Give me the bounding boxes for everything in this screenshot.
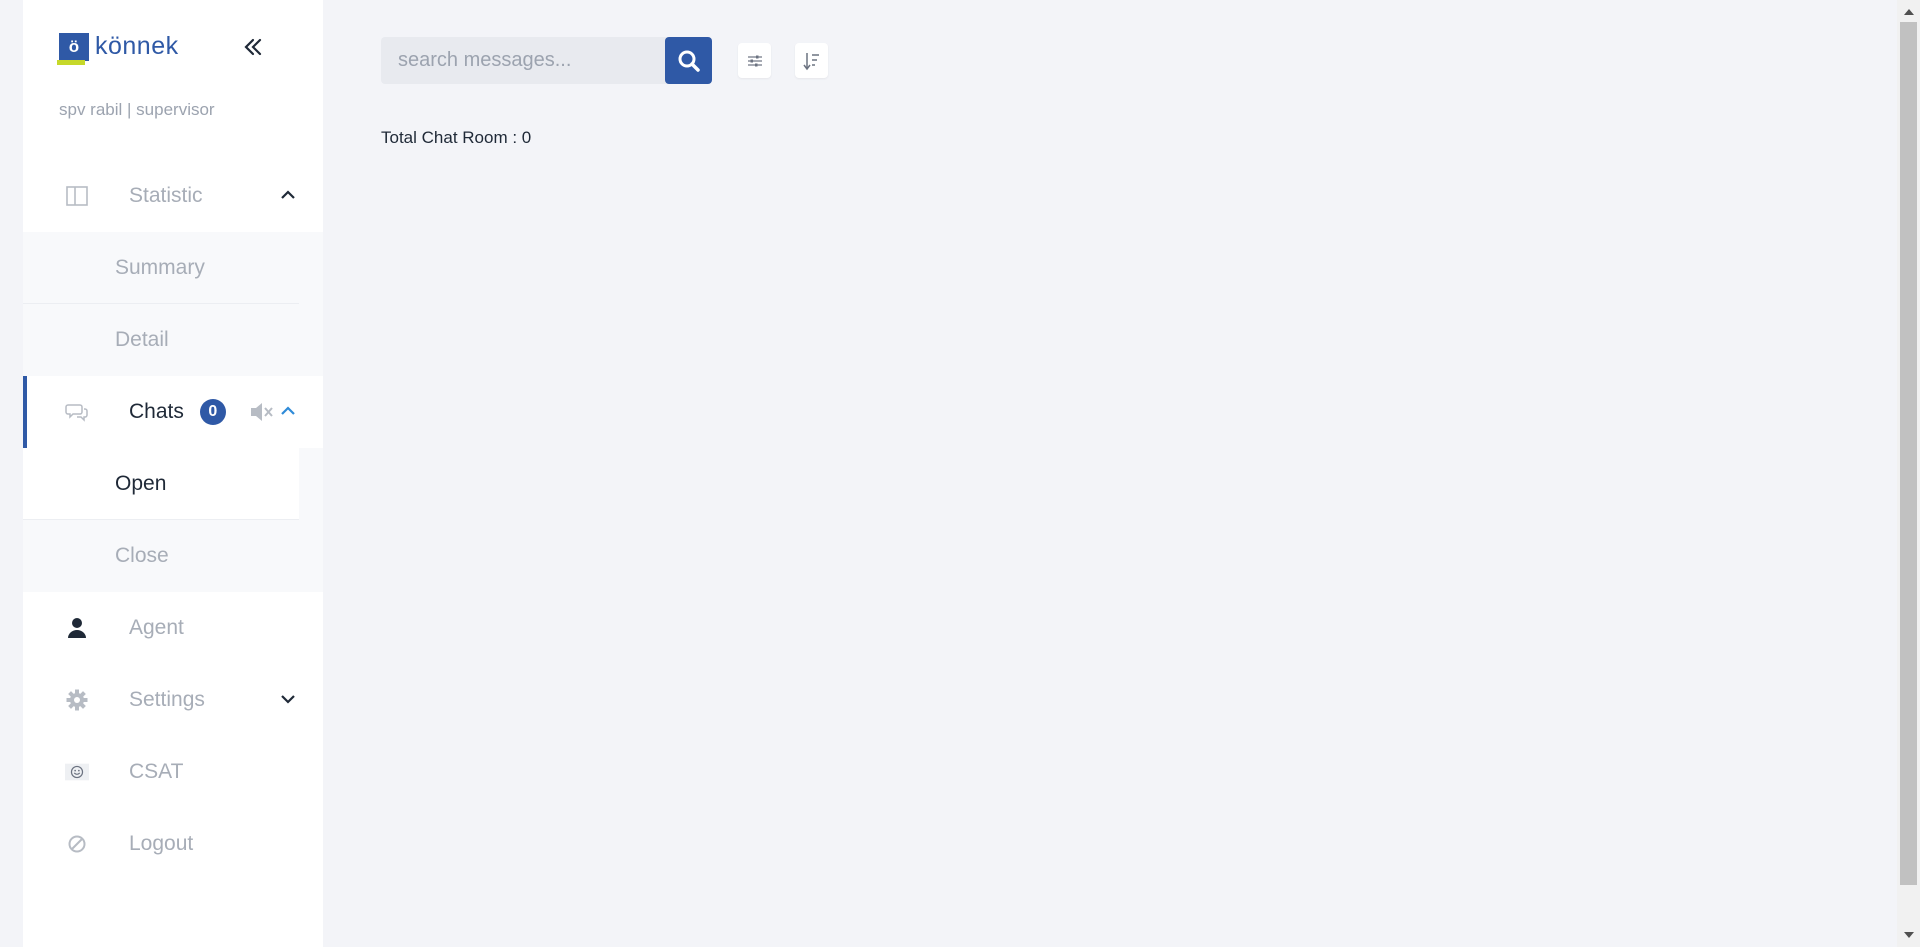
scrollbar-thumb[interactable] xyxy=(1900,22,1917,885)
sidebar-item-label: Logout xyxy=(129,832,194,855)
sort-button[interactable] xyxy=(795,43,828,78)
sidebar-item-chats[interactable]: Chats 0 xyxy=(23,376,323,448)
gear-icon xyxy=(65,688,89,712)
sidebar-subitem-open[interactable]: Open xyxy=(23,448,299,520)
user-info: spv rabil | supervisor xyxy=(59,100,215,119)
filter-button[interactable] xyxy=(738,43,771,78)
ban-icon xyxy=(65,832,89,856)
sidebar-item-statistic[interactable]: Statistic xyxy=(23,160,323,232)
sidebar-item-label: Settings xyxy=(129,688,205,711)
sidebar-item-label: Chats xyxy=(129,400,184,423)
sidebar-item-label: Statistic xyxy=(129,184,203,207)
sidebar-item-label: CSAT xyxy=(129,760,184,783)
sidebar-subitem-summary[interactable]: Summary xyxy=(23,232,299,304)
columns-icon xyxy=(65,184,89,208)
smiley-icon xyxy=(65,760,89,784)
sidebar-subitem-detail[interactable]: Detail xyxy=(23,304,323,376)
chats-submenu: Open Close xyxy=(23,448,323,592)
chevron-down-icon[interactable] xyxy=(277,688,299,710)
sliders-icon xyxy=(747,55,762,66)
sidebar-menu: Statistic Summary Detail Chats 0 Open Cl… xyxy=(23,160,323,880)
brand-name: könnek xyxy=(95,32,179,60)
search-icon xyxy=(678,50,700,72)
double-chevron-left-icon xyxy=(244,38,262,56)
chat-count-badge: 0 xyxy=(199,399,226,425)
mute-speaker-icon[interactable] xyxy=(249,400,275,424)
sidebar-item-csat[interactable]: CSAT xyxy=(23,736,323,808)
logo-letter: ö xyxy=(68,36,80,56)
search-input[interactable] xyxy=(381,37,667,84)
sidebar-item-settings[interactable]: Settings xyxy=(23,664,323,736)
app-root: ö könnek spv rabil | supervisor Statisti… xyxy=(0,0,1920,947)
chevron-up-icon[interactable] xyxy=(277,184,299,206)
sidebar-item-logout[interactable]: Logout xyxy=(23,808,323,880)
total-chat-room-count: Total Chat Room : 0 xyxy=(381,128,532,147)
main-content: Total Chat Room : 0 xyxy=(323,0,1897,947)
chat-bubbles-icon xyxy=(65,400,89,424)
sidebar-subitem-close[interactable]: Close xyxy=(23,520,323,592)
sidebar-gutter xyxy=(0,0,23,947)
search-button[interactable] xyxy=(665,37,712,84)
collapse-sidebar-button[interactable] xyxy=(238,30,268,64)
search-bar xyxy=(381,37,712,84)
logo-mark: ö xyxy=(57,32,89,65)
sidebar-item-agent[interactable]: Agent xyxy=(23,592,323,664)
sort-descending-icon xyxy=(802,52,819,70)
chevron-up-icon[interactable] xyxy=(277,400,299,422)
person-icon xyxy=(65,616,89,640)
statistic-submenu: Summary Detail xyxy=(23,232,323,376)
scroll-up-arrow-icon[interactable] xyxy=(1897,2,1920,22)
vertical-scrollbar[interactable] xyxy=(1897,0,1920,947)
scroll-down-arrow-icon[interactable] xyxy=(1897,925,1920,945)
sidebar-item-label: Agent xyxy=(129,616,184,639)
brand-logo[interactable]: ö könnek xyxy=(57,32,179,65)
sidebar: ö könnek spv rabil | supervisor Statisti… xyxy=(23,0,323,947)
